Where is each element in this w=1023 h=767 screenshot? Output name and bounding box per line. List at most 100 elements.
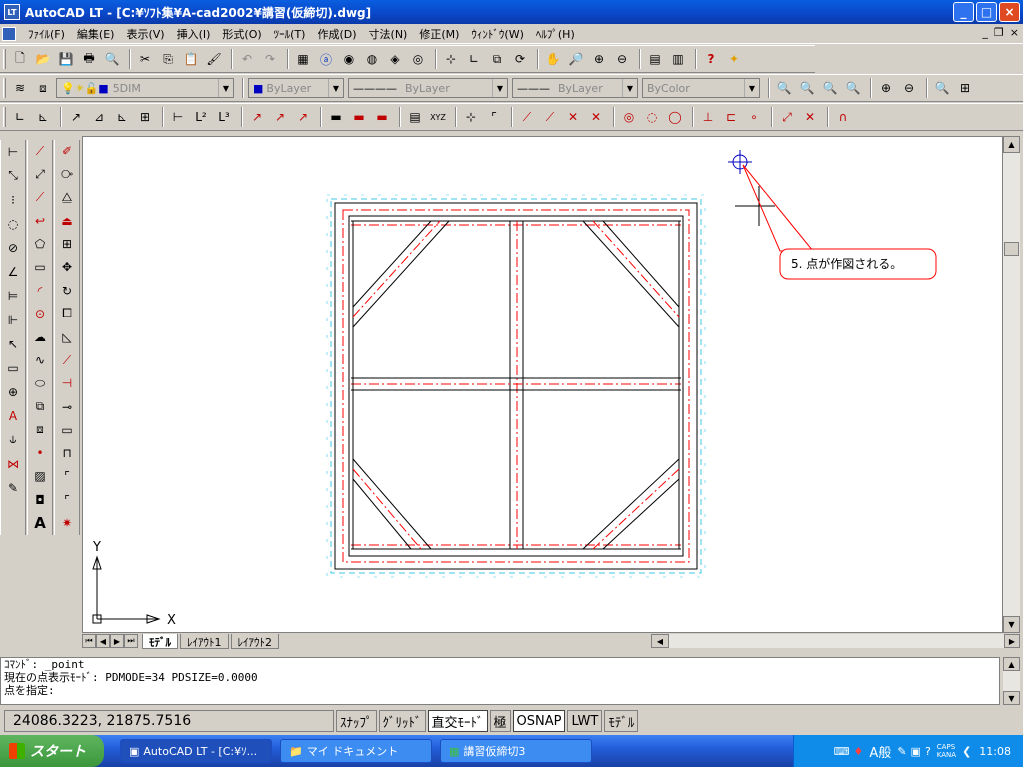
- snap-quadrant-icon[interactable]: ◌: [642, 107, 662, 127]
- join-icon[interactable]: ⊓: [57, 443, 77, 463]
- command-window[interactable]: ｺﾏﾝﾄﾞ: _point 現在の点表示ﾓｰﾄﾞ: PDMODE=34 PDSI…: [0, 657, 1000, 705]
- browser-icon[interactable]: ⓐ: [316, 49, 336, 69]
- dim-diameter-icon[interactable]: ⊾: [112, 107, 132, 127]
- lengthen-icon[interactable]: ⟋: [57, 350, 77, 370]
- doc-minimize-button[interactable]: _: [982, 26, 988, 39]
- text-style-icon[interactable]: ▤: [405, 107, 425, 127]
- angular-dim-icon[interactable]: ∠: [3, 261, 23, 282]
- layer-dropdown[interactable]: 💡 ☀ 🔓 ■ 5DIM ▼: [56, 78, 234, 98]
- zoom-in-icon[interactable]: ⊕: [876, 78, 896, 98]
- tolerance-dim-icon[interactable]: ▭: [3, 357, 23, 378]
- hscroll-left-button[interactable]: ◀: [651, 634, 669, 648]
- redo-icon[interactable]: ↷: [260, 49, 280, 69]
- tab-next-button[interactable]: ▶: [110, 634, 124, 648]
- pan-icon[interactable]: ✋: [543, 49, 563, 69]
- ime-dict-icon[interactable]: ▣: [911, 745, 921, 758]
- menu-format[interactable]: 形式(O): [216, 26, 267, 42]
- toolpalette-icon[interactable]: ▥: [668, 49, 688, 69]
- hscroll-right-button[interactable]: ▶: [1004, 634, 1020, 648]
- break-icon[interactable]: ▭: [57, 420, 77, 440]
- menu-insert[interactable]: 挿入(I): [171, 26, 217, 42]
- design-center-icon[interactable]: ▦: [293, 49, 313, 69]
- ime-mode[interactable]: A般: [869, 742, 891, 761]
- snap-node-icon[interactable]: ∘: [744, 107, 764, 127]
- match-properties-icon[interactable]: 🖌: [204, 49, 224, 69]
- undo-icon[interactable]: ↩: [30, 211, 50, 231]
- menu-window[interactable]: ｳｨﾝﾄﾞｳ(W): [465, 26, 529, 42]
- close-button[interactable]: ×: [999, 2, 1020, 22]
- revcloud-icon[interactable]: ☁: [30, 327, 50, 347]
- snap-center-icon[interactable]: ◎: [619, 107, 639, 127]
- minimize-button[interactable]: _: [953, 2, 974, 22]
- quick-leader-icon[interactable]: ↖: [3, 333, 23, 354]
- rectangle-icon[interactable]: ▭: [30, 257, 50, 277]
- dim-quick-icon[interactable]: L³: [214, 107, 234, 127]
- ucs-icon[interactable]: ∟: [464, 49, 484, 69]
- menu-help[interactable]: ﾍﾙﾌﾟ(H): [530, 26, 581, 42]
- scroll-thumb[interactable]: [1004, 242, 1019, 256]
- center-dim-icon[interactable]: ⊕: [3, 381, 23, 402]
- ellipse-icon[interactable]: ⬭: [30, 373, 50, 393]
- dim-aligned-icon[interactable]: ⊾: [33, 107, 53, 127]
- point-icon[interactable]: •: [30, 443, 50, 463]
- dim-text-icon[interactable]: ▬: [372, 107, 392, 127]
- menu-edit[interactable]: 編集(E): [71, 26, 121, 42]
- zoom-center-icon[interactable]: 🔍: [843, 78, 863, 98]
- web-icon[interactable]: ◎: [408, 49, 428, 69]
- move-icon[interactable]: ✥: [57, 257, 77, 277]
- assistant-icon[interactable]: ✦: [724, 49, 744, 69]
- snap-none-icon[interactable]: ✕: [800, 107, 820, 127]
- snap-from-icon[interactable]: ⌜: [484, 107, 504, 127]
- menu-draw[interactable]: 作成(D): [311, 26, 362, 42]
- zoom-window-icon[interactable]: ⊕: [589, 49, 609, 69]
- plotstyle-dropdown[interactable]: ByColor ▼: [642, 78, 760, 98]
- leader-icon[interactable]: ↗: [247, 107, 267, 127]
- regen-icon[interactable]: ⟳: [510, 49, 530, 69]
- linetype-dropdown[interactable]: ———— ByLayer ▼: [348, 78, 508, 98]
- copy-icon[interactable]: ⎘: [158, 49, 178, 69]
- dim-continue-icon[interactable]: L²: [191, 107, 211, 127]
- snap-extension-icon[interactable]: ✕: [586, 107, 606, 127]
- dim-angular-icon[interactable]: ⊞: [135, 107, 155, 127]
- lineweight-dropdown[interactable]: ——— ByLayer ▼: [512, 78, 638, 98]
- rotate-icon[interactable]: ↻: [57, 280, 77, 300]
- command-scrollbar[interactable]: ▲ ▼: [1003, 657, 1020, 705]
- scroll-down-button[interactable]: ▼: [1003, 616, 1020, 633]
- tab-layout1[interactable]: ﾚｲｱｳﾄ1: [180, 633, 229, 649]
- layer-props-icon[interactable]: ⧉: [487, 49, 507, 69]
- zoom-previous-icon[interactable]: ⊖: [612, 49, 632, 69]
- keyboard-icon[interactable]: ⌨: [834, 745, 850, 758]
- insert-block-icon[interactable]: ⧉: [30, 397, 50, 417]
- dim-radius-icon[interactable]: ⊿: [89, 107, 109, 127]
- tab-first-button[interactable]: ⏮: [82, 634, 96, 648]
- hyperlink-icon[interactable]: ◍: [362, 49, 382, 69]
- scale-icon[interactable]: ⧠: [57, 304, 77, 324]
- coordinate-readout[interactable]: 24086.3223, 21875.7516: [4, 710, 334, 732]
- erase-icon[interactable]: ✐: [57, 141, 77, 161]
- baseline-dim-icon[interactable]: ⊨: [3, 285, 23, 306]
- task-my-documents[interactable]: 📁 マイ ドキュメント: [280, 739, 432, 763]
- region-icon[interactable]: ◘: [30, 490, 50, 510]
- zoom-dynamic-icon[interactable]: 🔍: [797, 78, 817, 98]
- task-excel[interactable]: ▦ 講習仮締切3: [440, 739, 592, 763]
- polar-toggle[interactable]: 極: [489, 710, 511, 732]
- menu-dimension[interactable]: 寸法(N): [363, 26, 414, 42]
- copy-object-icon[interactable]: ⧂: [57, 164, 77, 184]
- paste-icon[interactable]: 📋: [181, 49, 201, 69]
- tray-expand-icon[interactable]: ❮: [962, 745, 971, 758]
- ortho-toggle[interactable]: 直交ﾓｰﾄﾞ: [427, 710, 488, 732]
- new-icon[interactable]: 🗋: [10, 49, 30, 69]
- zoom-all-icon[interactable]: 🔍: [932, 78, 952, 98]
- spline-icon[interactable]: ∿: [30, 350, 50, 370]
- document-icon[interactable]: [2, 26, 16, 41]
- grid-toggle[interactable]: ｸﾞﾘｯﾄﾞ: [378, 710, 426, 732]
- osnap-toggle[interactable]: OSNAP: [512, 710, 566, 732]
- cut-icon[interactable]: ✂: [135, 49, 155, 69]
- mtext-icon[interactable]: A: [30, 513, 50, 533]
- menu-modify[interactable]: 修正(M): [413, 26, 465, 42]
- menu-view[interactable]: 表示(V): [120, 26, 170, 42]
- hatch-icon[interactable]: ▨: [30, 466, 50, 486]
- print-icon[interactable]: 🖶: [79, 49, 99, 69]
- color-dropdown[interactable]: ■ ByLayer ▼: [248, 78, 344, 98]
- vertical-scrollbar[interactable]: ▲ ▼: [1003, 136, 1020, 633]
